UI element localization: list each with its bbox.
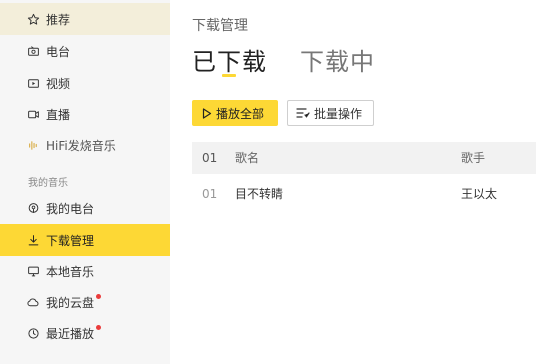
batch-operation-label: 批量操作: [314, 106, 363, 121]
play-all-label: 播放全部: [216, 106, 265, 121]
table-header: 01 歌名 歌手: [192, 142, 536, 174]
cloud-icon: [26, 295, 40, 309]
sidebar-item-download-manager[interactable]: 下载管理: [0, 224, 170, 256]
sidebar-item-recommend[interactable]: 推荐: [0, 3, 170, 35]
batch-operation-button[interactable]: 批量操作: [287, 100, 374, 126]
sidebar-item-label: 最近播放: [46, 326, 95, 341]
sidebar-item-label: 我的电台: [46, 201, 95, 216]
sidebar-item-radio[interactable]: 电台: [0, 35, 170, 67]
row-artist[interactable]: 王以太: [461, 178, 497, 210]
sidebar-item-label: 推荐: [46, 12, 71, 27]
batch-list-icon: [296, 107, 310, 119]
breadcrumb: 下载管理: [192, 18, 248, 34]
tab-downloaded[interactable]: 已下载: [192, 42, 267, 77]
live-icon: [26, 107, 40, 121]
radio-icon: [26, 44, 40, 58]
sidebar-item-video[interactable]: 视频: [0, 67, 170, 99]
active-tab-indicator: [222, 74, 236, 77]
play-icon: [202, 107, 212, 119]
header-index: 01: [202, 151, 218, 165]
row-index: 01: [202, 187, 218, 201]
sidebar-item-label: 视频: [46, 76, 71, 91]
download-icon: [26, 233, 40, 247]
row-song[interactable]: 目不转睛: [235, 178, 283, 210]
sidebar-item-hifi[interactable]: HiFi发烧音乐: [0, 129, 170, 161]
sidebar-item-label: 本地音乐: [46, 264, 95, 279]
sidebar-item-my-radio[interactable]: 我的电台: [0, 192, 170, 224]
header-song[interactable]: 歌名: [235, 142, 259, 174]
sidebar-item-local-music[interactable]: 本地音乐: [0, 255, 170, 287]
hifi-icon: [26, 138, 40, 152]
monitor-icon: [26, 264, 40, 278]
notification-dot: [96, 324, 102, 330]
sidebar-item-label: 我的云盘: [46, 295, 95, 310]
table-row[interactable]: 01 目不转睛 王以太: [192, 178, 536, 210]
section-title-my-music: 我的音乐: [28, 178, 68, 189]
sidebar-item-live[interactable]: 直播: [0, 98, 170, 130]
sidebar: 推荐 电台 视频 直播 HiFi发烧音乐 我的音乐 我的电台 下载管理 本地音乐…: [0, 0, 170, 364]
play-all-button[interactable]: 播放全部: [192, 100, 278, 126]
sidebar-item-label: 直播: [46, 107, 71, 122]
video-icon: [26, 76, 40, 90]
sidebar-item-recent[interactable]: 最近播放: [0, 317, 170, 349]
notification-dot: [96, 293, 102, 299]
star-icon: [26, 12, 40, 26]
clock-icon: [26, 326, 40, 340]
sidebar-item-label: HiFi发烧音乐: [46, 138, 116, 153]
sidebar-item-label: 电台: [46, 44, 71, 59]
sidebar-item-label: 下载管理: [46, 233, 95, 248]
tab-downloading[interactable]: 下载中: [300, 42, 375, 77]
header-artist[interactable]: 歌手: [461, 142, 485, 174]
podcast-icon: [26, 201, 40, 215]
sidebar-item-cloud[interactable]: 我的云盘: [0, 286, 170, 318]
